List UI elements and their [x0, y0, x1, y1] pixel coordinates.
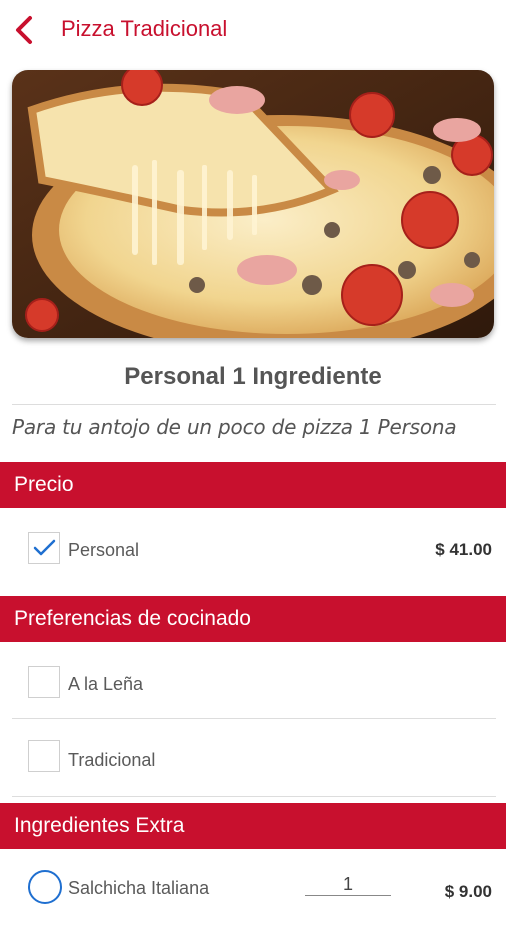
- checkbox-unchecked[interactable]: [28, 740, 60, 772]
- section-title: Preferencias de cocinado: [14, 607, 251, 630]
- divider: [12, 796, 496, 797]
- checkbox-checked[interactable]: [28, 532, 60, 564]
- product-title: Personal 1 Ingrediente: [124, 363, 382, 390]
- section-title: Precio: [14, 473, 74, 496]
- option-price: $ 9.00: [444, 882, 492, 901]
- option-label: Tradicional: [68, 750, 156, 770]
- radio-button[interactable]: [28, 870, 62, 904]
- quantity-input[interactable]: 1: [305, 874, 391, 896]
- section-header-extras: Ingredientes Extra: [0, 803, 506, 849]
- section-header-price: Precio: [0, 462, 506, 508]
- section-title: Ingredientes Extra: [14, 814, 185, 837]
- option-price: $ 41.00: [435, 540, 492, 559]
- product-description: Para tu antojo de un poco de pizza 1 Per…: [12, 415, 457, 439]
- divider: [12, 404, 496, 405]
- chevron-left-icon: [16, 16, 32, 44]
- option-label: Personal: [68, 540, 140, 560]
- option-salchicha[interactable]: Salchicha Italiana 1 $ 9.00: [0, 850, 506, 926]
- checkmark-icon: [33, 539, 56, 556]
- app-header: Pizza Tradicional: [0, 0, 506, 60]
- header-title: Pizza Tradicional: [61, 16, 228, 41]
- back-button[interactable]: [8, 12, 42, 48]
- product-image: [12, 70, 494, 338]
- option-lena[interactable]: A la Leña: [0, 646, 506, 722]
- option-label: A la Leña: [68, 674, 144, 694]
- option-tradicional[interactable]: Tradicional: [0, 722, 506, 798]
- divider: [12, 718, 496, 719]
- checkbox-unchecked[interactable]: [28, 666, 60, 698]
- option-personal[interactable]: Personal $ 41.00: [0, 512, 506, 588]
- option-label: Salchicha Italiana: [68, 878, 210, 898]
- section-header-cooking: Preferencias de cocinado: [0, 596, 506, 642]
